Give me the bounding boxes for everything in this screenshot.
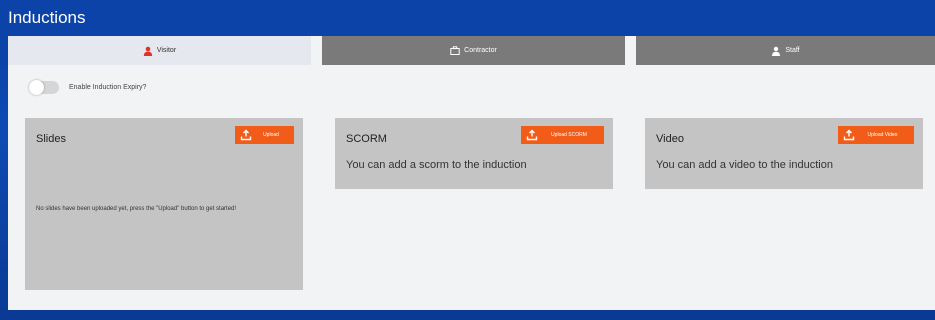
tab-visitor-label: Visitor — [156, 47, 177, 54]
slides-empty-message: No slides have been uploaded yet, press … — [36, 206, 237, 212]
app-header: Inductions — [0, 0, 935, 36]
background-strip — [0, 310, 935, 320]
tab-visitor[interactable]: Visitor — [8, 36, 311, 65]
induction-expiry-row: Enable Induction Expiry? — [29, 79, 147, 95]
video-title: Video — [656, 133, 684, 145]
tab-staff[interactable]: Staff — [636, 36, 935, 65]
induction-expiry-label: Enable Induction Expiry? — [69, 83, 147, 91]
upload-icon — [843, 129, 855, 141]
video-card: Video Upload Video You can add a video t… — [645, 118, 923, 189]
upload-video-button[interactable]: Upload Video — [838, 126, 914, 144]
scorm-card: SCORM Upload SCORM You can add a scorm t… — [335, 118, 613, 189]
slides-card: Slides Upload No slides have been upload… — [25, 118, 303, 290]
scorm-title: SCORM — [346, 133, 387, 145]
slides-title: Slides — [36, 133, 66, 145]
upload-video-label: Upload Video — [867, 132, 898, 138]
upload-slides-button[interactable]: Upload — [235, 126, 294, 144]
induction-expiry-toggle[interactable] — [29, 79, 59, 95]
tab-bar: Visitor Contractor Staff — [8, 36, 935, 65]
briefcase-icon — [450, 46, 460, 55]
person-badge-icon — [771, 46, 781, 56]
inductions-panel: Visitor Contractor Staff Enable Inductio… — [8, 36, 935, 310]
upload-scorm-label: Upload SCORM — [551, 132, 587, 138]
tab-contractor-label: Contractor — [464, 47, 497, 54]
upload-slides-label: Upload — [263, 132, 279, 138]
upload-icon — [240, 129, 252, 141]
tab-contractor[interactable]: Contractor — [322, 36, 625, 65]
toggle-knob — [29, 79, 44, 95]
page-title: Inductions — [8, 8, 86, 27]
scorm-description: You can add a scorm to the induction — [346, 159, 527, 171]
tab-staff-label: Staff — [785, 47, 800, 54]
upload-scorm-button[interactable]: Upload SCORM — [521, 126, 604, 144]
video-description: You can add a video to the induction — [656, 159, 833, 171]
upload-icon — [526, 129, 538, 141]
person-icon — [143, 46, 153, 56]
